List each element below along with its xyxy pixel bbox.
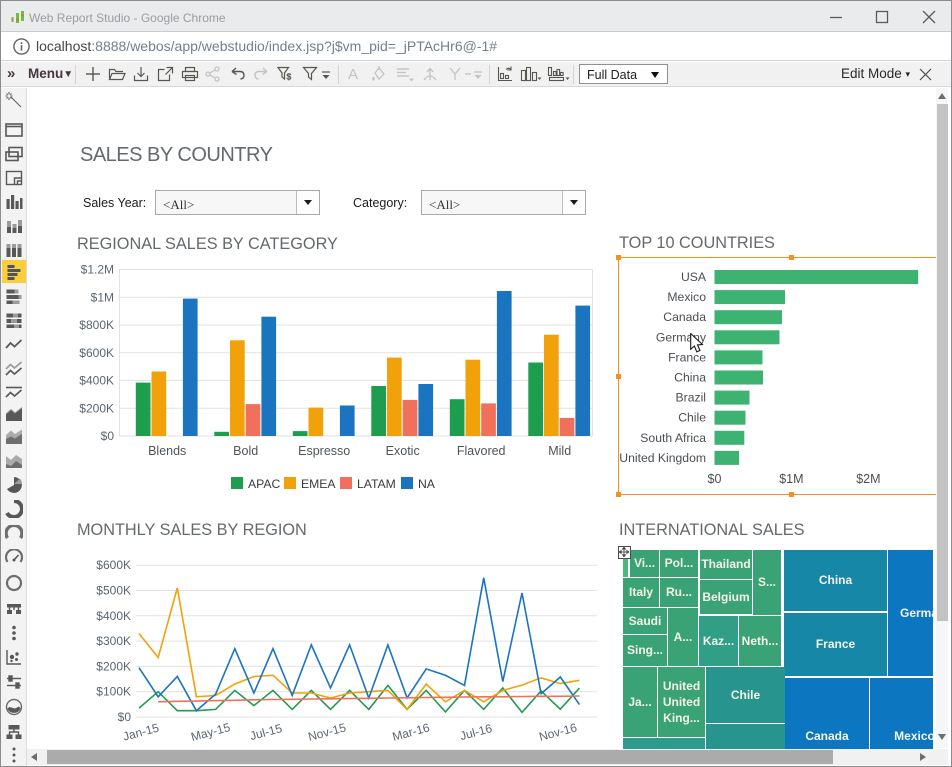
- svg-text:LATAM: LATAM: [357, 477, 396, 491]
- svg-text:Nov-16: Nov-16: [537, 720, 578, 744]
- svg-text:EMEA: EMEA: [301, 477, 336, 491]
- svg-text:APAC: APAC: [248, 477, 280, 491]
- svg-text:$200K: $200K: [96, 659, 131, 673]
- svg-text:May-15: May-15: [189, 720, 232, 744]
- svg-text:$: $: [287, 72, 292, 82]
- svg-text:$800K: $800K: [79, 318, 114, 332]
- svg-text:Blends: Blends: [148, 444, 186, 458]
- svg-text:$100K: $100K: [96, 685, 131, 699]
- svg-text:Espresso: Espresso: [298, 444, 350, 458]
- svg-text:$400K: $400K: [79, 374, 114, 388]
- svg-text:$300K: $300K: [96, 634, 131, 648]
- svg-text:$1.2M: $1.2M: [81, 263, 114, 277]
- svg-text:Nov-15: Nov-15: [306, 720, 347, 744]
- svg-text:$200K: $200K: [79, 401, 114, 415]
- svg-text:$600K: $600K: [79, 346, 114, 360]
- svg-text:Flavored: Flavored: [457, 444, 506, 458]
- svg-text:$0: $0: [101, 429, 115, 443]
- svg-text:NA: NA: [418, 477, 436, 491]
- svg-text:$400K: $400K: [96, 609, 131, 623]
- svg-text:Bold: Bold: [233, 444, 258, 458]
- svg-text:$0: $0: [118, 710, 132, 724]
- svg-text:$600K: $600K: [96, 558, 131, 572]
- svg-text:Mar-16: Mar-16: [391, 720, 432, 743]
- svg-text:Jul-16: Jul-16: [458, 721, 494, 743]
- svg-text:Mild: Mild: [548, 444, 571, 458]
- svg-text:Jan-15: Jan-15: [121, 721, 160, 744]
- svg-text:$1M: $1M: [91, 290, 114, 304]
- svg-text:Jul-15: Jul-15: [248, 721, 284, 743]
- svg-text:$500K: $500K: [96, 584, 131, 598]
- svg-text:Exotic: Exotic: [386, 444, 420, 458]
